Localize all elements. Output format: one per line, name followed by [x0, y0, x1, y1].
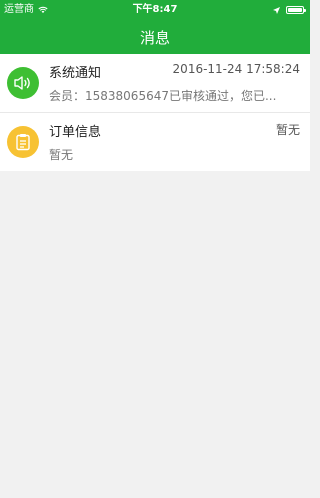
message-item-order[interactable]: 订单信息 暂无 暂无 — [0, 112, 310, 171]
status-bar: 运营商 下午8:47 — [0, 0, 310, 20]
location-arrow-icon — [273, 6, 280, 14]
header: 运营商 下午8:47 消息 — [0, 0, 310, 54]
message-preview: 会员：15838065647已审核通过，您已... — [49, 89, 277, 103]
status-time: 下午8:47 — [132, 4, 178, 15]
message-time: 暂无 — [275, 123, 300, 137]
order-info-avatar — [7, 126, 39, 158]
screen: 运营商 下午8:47 消息 系统通知 2016-11-24 17:58:24 会… — [0, 0, 310, 498]
clipboard-icon — [16, 134, 30, 151]
message-time: 2016-11-24 17:58:24 — [172, 62, 300, 76]
page-title: 消息 — [139, 29, 170, 47]
status-right — [273, 0, 306, 20]
battery-icon — [286, 6, 306, 14]
message-item-system[interactable]: 系统通知 2016-11-24 17:58:24 会员：15838065647已… — [0, 54, 310, 112]
system-notice-avatar — [7, 67, 39, 99]
message-title: 订单信息 — [49, 125, 102, 140]
message-list: 系统通知 2016-11-24 17:58:24 会员：15838065647已… — [0, 54, 310, 171]
speaker-icon — [14, 76, 30, 90]
message-title: 系统通知 — [49, 66, 102, 81]
battery-fill — [288, 8, 302, 12]
message-preview: 暂无 — [49, 148, 74, 162]
